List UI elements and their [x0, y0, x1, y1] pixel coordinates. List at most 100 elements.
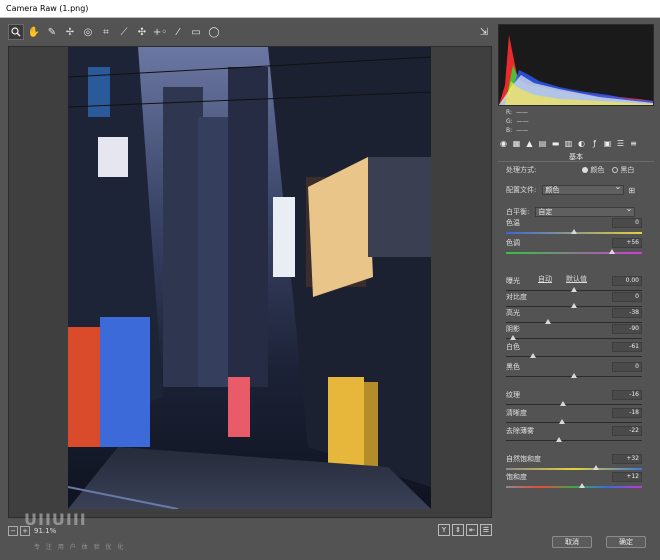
straighten-icon[interactable]: ⟋: [116, 24, 132, 40]
zoom-out-button[interactable]: −: [8, 526, 18, 536]
zoom-icon[interactable]: [8, 24, 24, 40]
white-balance-icon[interactable]: ✎: [44, 24, 60, 40]
profile-row: 配置文件: 颜色 ⊞: [506, 183, 650, 195]
slider-10[interactable]: 去除薄雾 -22: [506, 426, 644, 448]
slider-track[interactable]: [506, 440, 642, 441]
before-after-icon[interactable]: Y: [438, 524, 450, 536]
slider-label: 清晰度: [506, 409, 527, 417]
profile-label: 配置文件:: [506, 186, 537, 194]
swap-icon[interactable]: ⇕: [452, 524, 464, 536]
auto-links: 自动 默认值: [538, 274, 587, 284]
slider-0[interactable]: 色温 0: [506, 218, 644, 240]
slider-value-input[interactable]: -90: [612, 324, 642, 334]
rgb-readout: R: —— G: —— B: ——: [506, 108, 529, 135]
slider-value-input[interactable]: -38: [612, 308, 642, 318]
watermark-tagline: 专 注 用 户 体 验 优 化: [34, 544, 126, 551]
rgb-b-label: B:: [506, 127, 513, 134]
image-preview[interactable]: [8, 46, 492, 518]
histogram: [498, 24, 654, 106]
view-options: Y ⇕ ⇤ ☰: [438, 524, 492, 536]
slider-thumb[interactable]: [509, 335, 516, 340]
slider-label: 纹理: [506, 391, 520, 399]
slider-value-input[interactable]: -22: [612, 426, 642, 436]
crop-icon[interactable]: ⌗: [98, 24, 114, 40]
fx-tab-icon[interactable]: ƒ: [589, 138, 600, 149]
slider-value-input[interactable]: 0: [612, 218, 642, 228]
snapshots-tab-icon[interactable]: ≡: [628, 138, 639, 149]
slider-thumb[interactable]: [556, 437, 563, 442]
graduated-filter-icon[interactable]: ▭: [188, 24, 204, 40]
slider-value-input[interactable]: +12: [612, 472, 642, 482]
slider-label: 对比度: [506, 293, 527, 301]
adjustment-brush-icon[interactable]: ⁄: [170, 24, 186, 40]
split-toning-tab-icon[interactable]: ▬: [550, 138, 561, 149]
ok-button[interactable]: 确定: [606, 536, 646, 548]
watermark-logo: UIIUIII: [24, 510, 87, 529]
slider-thumb[interactable]: [571, 229, 577, 234]
slider-thumb[interactable]: [571, 373, 577, 378]
slider-value-input[interactable]: -16: [612, 390, 642, 400]
effects-tab-icon[interactable]: ◐: [576, 138, 587, 149]
slider-6[interactable]: 白色 -61: [506, 342, 644, 364]
lens-tab-icon[interactable]: ▥: [563, 138, 574, 149]
export-icon[interactable]: ⇲: [476, 24, 492, 40]
slider-value-input[interactable]: -61: [612, 342, 642, 352]
slider-track[interactable]: [506, 322, 642, 323]
slider-track[interactable]: [506, 338, 642, 339]
tone-curve-tab-icon[interactable]: ▦: [511, 138, 522, 149]
wb-label: 白平衡:: [506, 208, 530, 216]
profile-select[interactable]: 颜色: [542, 183, 625, 195]
slider-value-input[interactable]: -18: [612, 408, 642, 418]
copy-settings-icon[interactable]: ⇤: [466, 524, 478, 536]
window-title: Camera Raw (1.png): [0, 0, 660, 18]
section-title: 基本: [498, 152, 654, 162]
slider-value-input[interactable]: +56: [612, 238, 642, 248]
process-bw-label: 黑白: [620, 166, 635, 174]
slider-thumb[interactable]: [530, 353, 537, 358]
process-bw-radio[interactable]: [612, 167, 619, 173]
detail-tab-icon[interactable]: ▲: [524, 138, 535, 149]
slider-value-input[interactable]: +32: [612, 454, 642, 464]
wb-select[interactable]: 自定: [535, 205, 636, 217]
slider-12[interactable]: 饱和度 +12: [506, 472, 644, 494]
slider-thumb[interactable]: [579, 483, 586, 488]
slider-value-input[interactable]: 0: [612, 292, 642, 302]
slider-track[interactable]: [506, 404, 642, 405]
slider-value-input[interactable]: 0: [612, 362, 642, 372]
rgb-r-label: R:: [506, 109, 513, 116]
slider-track[interactable]: [506, 486, 642, 488]
slider-track[interactable]: [506, 422, 642, 423]
process-color-radio[interactable]: [582, 167, 589, 173]
red-eye-icon[interactable]: +◦: [152, 24, 168, 40]
slider-thumb[interactable]: [560, 401, 567, 406]
slider-track[interactable]: [506, 356, 642, 357]
slider-1[interactable]: 色调 +56: [506, 238, 644, 260]
spot-removal-icon[interactable]: ✣: [134, 24, 150, 40]
slider-7[interactable]: 黑色 0: [506, 362, 644, 384]
default-link[interactable]: 默认值: [566, 274, 587, 284]
target-adjust-icon[interactable]: ◎: [80, 24, 96, 40]
calibration-tab-icon[interactable]: ▣: [602, 138, 613, 149]
radial-filter-icon[interactable]: ◯: [206, 24, 222, 40]
process-row: 处理方式: 颜色 黑白: [506, 165, 650, 175]
slider-track[interactable]: [506, 468, 642, 470]
adjustment-panel: R: —— G: —— B: —— ◉ ▦ ▲ ▤ ▬ ▥ ◐ ƒ ▣ ☰ ≡ 基本 …: [498, 24, 654, 520]
slider-value-input[interactable]: 0.00: [612, 276, 642, 286]
profile-browser-icon[interactable]: ⊞: [628, 186, 635, 195]
panel-tabs: ◉ ▦ ▲ ▤ ▬ ▥ ◐ ƒ ▣ ☰ ≡: [498, 137, 654, 149]
slider-label: 色温: [506, 219, 520, 227]
hsl-tab-icon[interactable]: ▤: [537, 138, 548, 149]
hand-icon[interactable]: ✋: [26, 24, 42, 40]
slider-thumb[interactable]: [609, 249, 616, 254]
auto-link[interactable]: 自动: [538, 274, 552, 284]
presets-tab-icon[interactable]: ☰: [615, 138, 626, 149]
slider-label: 黑色: [506, 363, 520, 371]
slider-track[interactable]: [506, 252, 642, 254]
process-color-label: 颜色: [590, 166, 605, 174]
slider-thumb[interactable]: [592, 465, 599, 470]
slider-thumb[interactable]: [558, 419, 565, 424]
basic-tab-icon[interactable]: ◉: [498, 138, 509, 149]
cancel-button[interactable]: 取消: [552, 536, 592, 548]
view-settings-icon[interactable]: ☰: [480, 524, 492, 536]
color-sampler-icon[interactable]: ✢: [62, 24, 78, 40]
